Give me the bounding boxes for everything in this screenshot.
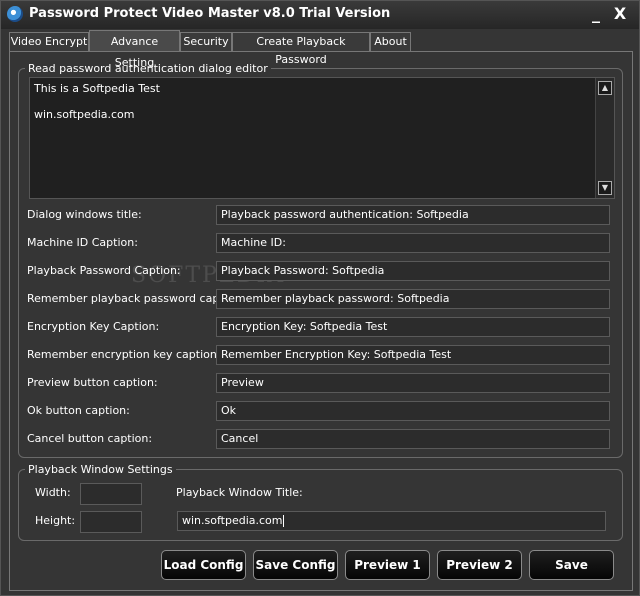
- editor-line: win.softpedia.com: [34, 108, 135, 121]
- close-button[interactable]: X: [611, 5, 629, 23]
- app-window: Password Protect Video Master v8.0 Trial…: [0, 0, 640, 596]
- encryption-key-label: Encryption Key Caption:: [27, 320, 160, 333]
- remember-playback-password-field[interactable]: Remember playback password: Softpedia: [216, 289, 610, 309]
- machine-id-field[interactable]: Machine ID:: [216, 233, 610, 253]
- window-title: Password Protect Video Master v8.0 Trial…: [29, 6, 391, 21]
- preview-button-caption-label: Preview button caption:: [27, 376, 158, 389]
- tab-video-encrypt[interactable]: Video Encrypt: [9, 32, 89, 51]
- dialog-editor-textarea[interactable]: This is a Softpedia Test win.softpedia.c…: [29, 77, 615, 199]
- cancel-button-caption-field[interactable]: Cancel: [216, 429, 610, 449]
- tab-security[interactable]: Security: [180, 32, 232, 51]
- app-logo-icon: [7, 6, 23, 22]
- save-button[interactable]: Save: [529, 550, 614, 580]
- tab-create-playback-password[interactable]: Create Playback Password: [232, 32, 370, 66]
- remember-playback-password-label: Remember playback password caption:: [27, 292, 245, 305]
- height-input[interactable]: [80, 511, 142, 533]
- playback-password-label: Playback Password Caption:: [27, 264, 181, 277]
- width-input[interactable]: [80, 483, 142, 505]
- remember-encryption-key-label: Remember encryption key caption:: [27, 348, 221, 361]
- editor-content: This is a Softpedia Test win.softpedia.c…: [34, 82, 160, 121]
- preview-2-button[interactable]: Preview 2: [437, 550, 522, 580]
- scroll-up-icon[interactable]: ▲: [598, 81, 612, 95]
- playback-password-field[interactable]: Playback Password: Softpedia: [216, 261, 610, 281]
- scroll-down-icon[interactable]: ▼: [598, 181, 612, 195]
- dialog-title-label: Dialog windows title:: [27, 208, 142, 221]
- playback-window-group-legend: Playback Window Settings: [28, 463, 173, 476]
- encryption-key-field[interactable]: Encryption Key: Softpedia Test: [216, 317, 610, 337]
- text-cursor: [282, 515, 284, 527]
- tab-advance-setting[interactable]: Advance Setting: [89, 30, 180, 69]
- playback-window-title-input[interactable]: win.softpedia.com: [177, 511, 606, 531]
- dialog-title-field[interactable]: Playback password authentication: Softpe…: [216, 205, 610, 225]
- preview-button-caption-field[interactable]: Preview: [216, 373, 610, 393]
- ok-button-caption-field[interactable]: Ok: [216, 401, 610, 421]
- width-label: Width:: [35, 486, 71, 499]
- editor-line: This is a Softpedia Test: [34, 82, 160, 95]
- preview-1-button[interactable]: Preview 1: [345, 550, 430, 580]
- minimize-button[interactable]: _: [587, 5, 605, 23]
- remember-encryption-key-field[interactable]: Remember Encryption Key: Softpedia Test: [216, 345, 610, 365]
- title-bar[interactable]: Password Protect Video Master v8.0 Trial…: [1, 1, 639, 29]
- load-config-button[interactable]: Load Config: [161, 550, 246, 580]
- editor-scrollbar[interactable]: ▲ ▼: [595, 78, 614, 198]
- playback-window-title-label: Playback Window Title:: [176, 486, 303, 499]
- height-label: Height:: [35, 514, 76, 527]
- tab-about[interactable]: About: [370, 32, 411, 51]
- machine-id-label: Machine ID Caption:: [27, 236, 138, 249]
- ok-button-caption-label: Ok button caption:: [27, 404, 130, 417]
- playback-window-title-value: win.softpedia.com: [182, 514, 283, 527]
- editor-group-legend: Read password authentication dialog edit…: [28, 62, 268, 75]
- save-config-button[interactable]: Save Config: [253, 550, 338, 580]
- cancel-button-caption-label: Cancel button caption:: [27, 432, 153, 445]
